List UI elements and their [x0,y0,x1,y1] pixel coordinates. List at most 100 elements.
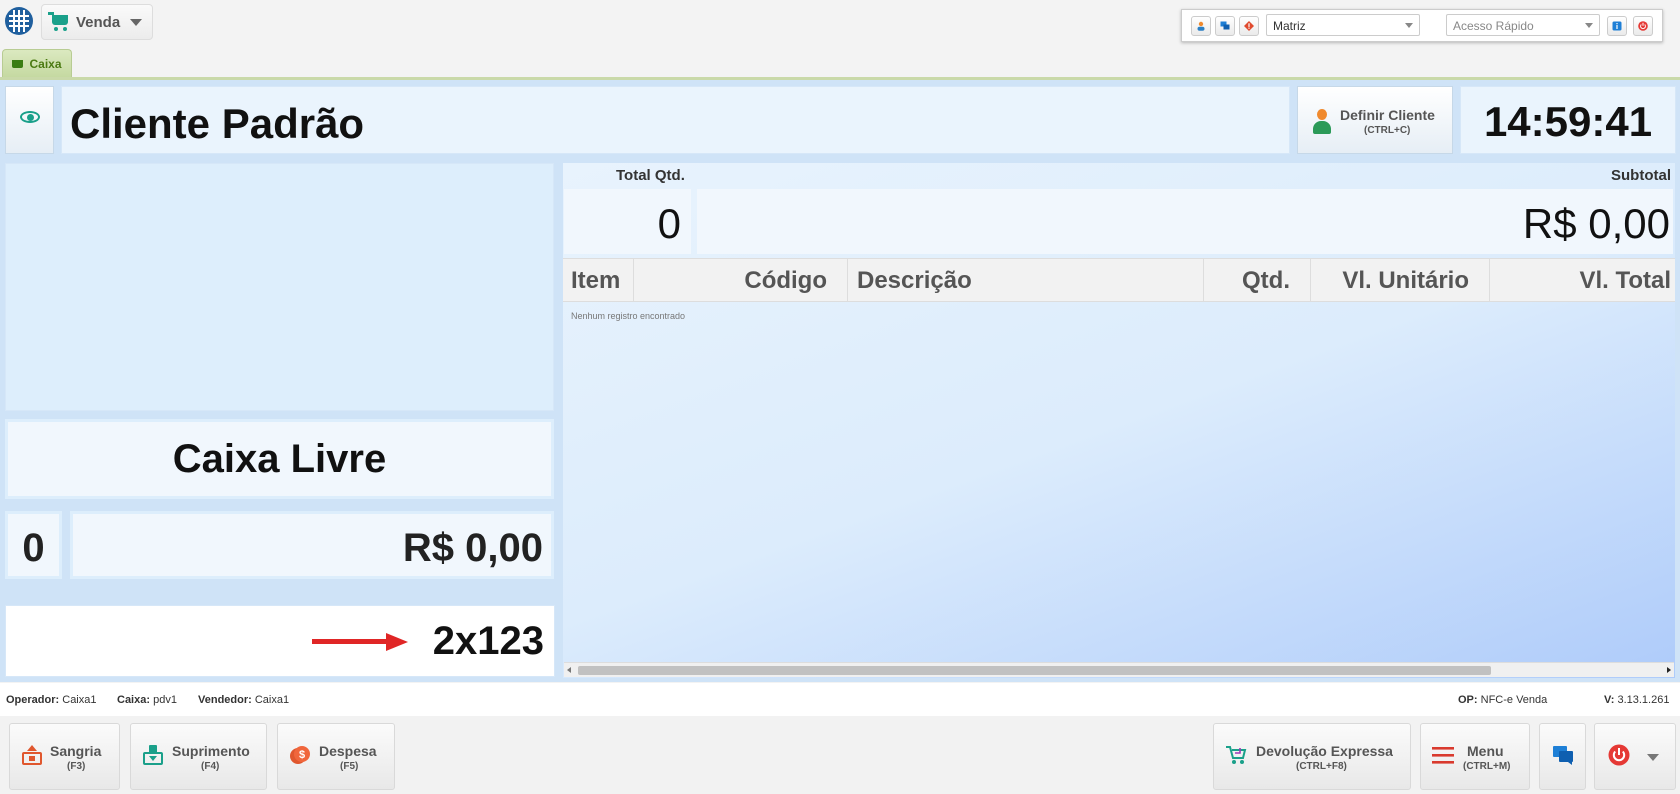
quick-access-panel: Matriz Acesso Rápido [1181,9,1663,42]
cart-return-icon [1226,746,1247,764]
menu-shortcut: (CTRL+M) [1463,761,1511,772]
hamburger-menu-icon [1432,747,1454,764]
cash-withdraw-icon [22,745,42,765]
vendedor-value: Caixa1 [254,694,290,706]
item-count-panel: 0 [5,511,62,579]
scrollbar-thumb[interactable] [578,666,1491,675]
version-info: V: 3.13.1.261 [1604,694,1669,706]
subtotal-label: Subtotal [1611,167,1671,184]
column-header-item[interactable]: Item [563,259,634,301]
chevron-down-icon [1405,23,1413,28]
items-table-header: Item Código Descrição Qtd. Vl. Unitário … [563,258,1675,302]
product-entry-value: 2x123 [432,619,544,663]
shopping-cart-icon [48,12,70,32]
sangria-label: Sangria [50,743,102,759]
shopping-cart-icon [12,59,24,68]
info-icon [1612,21,1622,31]
vendedor-info: Vendedor: Caixa1 [198,694,289,706]
venda-menu-button[interactable]: Venda [41,4,153,40]
sangria-button[interactable]: Sangria (F3) [9,723,120,790]
svg-text:$: $ [299,749,305,761]
devolucao-expressa-shortcut: (CTRL+F8) [1296,761,1347,772]
define-client-button[interactable]: Definir Cliente (CTRL+C) [1297,86,1453,154]
item-count: 0 [22,526,45,570]
caixa-value: pdv1 [153,694,177,706]
despesa-button[interactable]: $ Despesa (F5) [277,723,395,790]
devolucao-expressa-button[interactable]: Devolução Expressa (CTRL+F8) [1213,723,1411,790]
total-qty: 0 [657,200,681,247]
messages-button[interactable] [1215,16,1235,36]
view-client-button[interactable] [5,86,54,154]
menu-label: Menu [1467,743,1504,759]
quick-access-select[interactable]: Acesso Rápido [1446,14,1600,36]
cash-deposit-icon [143,745,163,765]
sangria-shortcut: (F3) [67,761,86,772]
clock-panel: 14:59:41 [1460,86,1676,154]
user-profile-button[interactable] [1191,16,1211,36]
chat-icon [1553,746,1573,765]
store-select-value: Matriz [1273,19,1306,33]
version-label: V: [1604,694,1615,706]
power-icon [1638,21,1648,31]
user-icon [1197,21,1205,31]
define-client-shortcut: (CTRL+C) [1364,125,1411,136]
scroll-left-icon[interactable] [567,667,571,673]
info-button[interactable] [1607,16,1627,36]
column-header-descricao[interactable]: Descrição [848,259,1204,301]
shutdown-menu-button[interactable] [1594,723,1676,790]
action-toolbar: Sangria (F3) Suprimento (F4) $ Despesa (… [0,716,1680,794]
column-header-vl-unitario[interactable]: Vl. Unitário [1311,259,1490,301]
column-header-codigo[interactable]: Código [634,259,848,301]
product-image-panel [5,163,554,411]
chevron-down-icon [1585,23,1593,28]
quick-access-placeholder: Acesso Rápido [1453,19,1534,33]
app-logo-icon[interactable] [5,7,33,35]
scroll-right-icon[interactable] [1667,667,1671,673]
vendedor-label: Vendedor: [198,694,252,706]
despesa-label: Despesa [319,743,377,759]
pos-main-area: Cliente Padrão Definir Cliente (CTRL+C) … [0,80,1680,682]
store-select[interactable]: Matriz [1266,14,1420,36]
alerts-button[interactable] [1239,16,1259,36]
caixa-info: Caixa: pdv1 [117,694,177,706]
total-qty-panel: 0 [564,189,691,254]
devolucao-expressa-label: Devolução Expressa [1256,743,1393,759]
chat-button[interactable] [1539,723,1586,790]
venda-menu-label: Venda [76,13,121,31]
status-bar: Operador: Caixa1 Caixa: pdv1 Vendedor: C… [0,683,1680,716]
client-name: Cliente Padrão [70,100,365,147]
operation-info: OP: NFC-e Venda [1458,694,1547,706]
subtotal-panel: R$ 0,00 [697,189,1673,254]
chat-icon [1220,21,1230,30]
clock: 14:59:41 [1483,98,1653,145]
subtotal: R$ 0,00 [1522,200,1670,247]
chevron-down-icon[interactable] [1647,754,1659,761]
chevron-down-icon [130,18,143,26]
suprimento-shortcut: (F4) [201,761,220,772]
operador-info: Operador: Caixa1 [6,694,97,706]
product-entry-input[interactable]: 2x123 [5,605,555,677]
total-qty-label: Total Qtd. [616,167,685,184]
menu-button[interactable]: Menu (CTRL+M) [1420,723,1530,790]
column-header-qtd[interactable]: Qtd. [1204,259,1311,301]
tab-caixa-label: Caixa [29,56,62,71]
suprimento-button[interactable]: Suprimento (F4) [130,723,267,790]
arrow-right-icon [312,633,408,651]
money-coin-icon: $ [290,746,310,764]
tab-caixa[interactable]: Caixa [2,49,72,77]
horizontal-scrollbar[interactable] [564,662,1674,677]
items-panel: Total Qtd. Subtotal 0 R$ 0,00 Item Códig… [563,163,1675,678]
empty-table-message: Nenhum registro encontrado [571,311,686,321]
client-name-panel: Cliente Padrão [61,86,1290,154]
register-status-panel: Caixa Livre [5,419,554,499]
despesa-shortcut: (F5) [340,761,359,772]
operador-label: Operador: [6,694,60,706]
column-header-vl-total[interactable]: Vl. Total [1490,259,1675,301]
sale-total-panel: R$ 0,00 [70,511,554,579]
logout-button[interactable] [1633,16,1653,36]
operation-label: OP: [1458,694,1478,706]
power-icon [1608,744,1630,766]
alert-icon [1244,21,1254,31]
register-status: Caixa Livre [172,437,387,481]
suprimento-label: Suprimento [172,743,250,759]
